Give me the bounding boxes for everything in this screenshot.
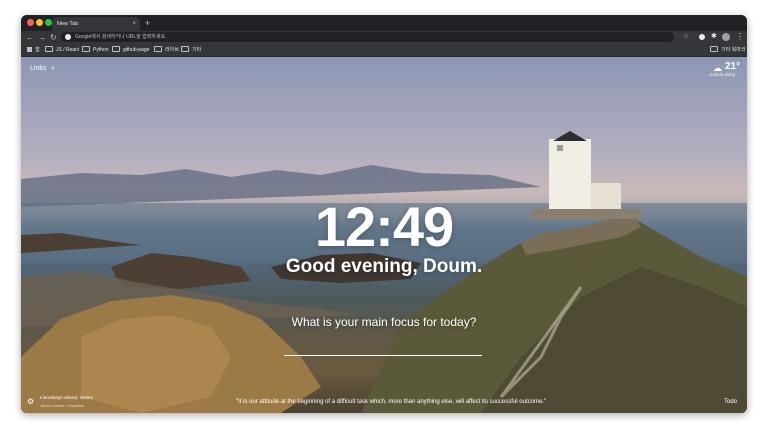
- bookmark-label: 기타 북마크: [721, 47, 746, 53]
- apps-icon: [27, 47, 32, 52]
- photo-location[interactable]: Llanddwyn Island, Wales: [40, 396, 93, 402]
- google-icon: [65, 34, 71, 40]
- close-window-button[interactable]: [27, 19, 34, 26]
- settings-gear-icon[interactable]: ⚙: [27, 397, 34, 407]
- folder-icon: [710, 46, 718, 52]
- folder-icon: [154, 46, 162, 52]
- greeting: Good evening, Doum.: [285, 256, 483, 277]
- daily-quote[interactable]: "It is our attitude at the beginning of …: [171, 398, 611, 406]
- bookmark-label: 라이브: [165, 47, 179, 53]
- bookmark-folder-github-page[interactable]: github-page: [112, 45, 149, 55]
- focus-input[interactable]: [284, 347, 482, 356]
- clock: 12:49: [314, 195, 454, 258]
- address-bar[interactable]: Google에서 검색하거나 URL을 입력하세요.: [61, 32, 674, 42]
- tab-title: New Tab: [57, 21, 79, 27]
- bookmark-folder-js-react[interactable]: JS / React: [45, 45, 79, 55]
- bookmark-label: 기타: [192, 47, 202, 53]
- bookmark-label: Python: [93, 47, 109, 53]
- back-icon[interactable]: ←: [26, 32, 34, 43]
- momentum-dashboard: Links ⌕ ☁ 21° Juyeob-dong 12:49 Good eve…: [21, 57, 747, 413]
- reload-icon[interactable]: ↻: [50, 32, 57, 43]
- bookmark-star-icon[interactable]: ☆: [683, 32, 689, 42]
- extensions-puzzle-icon[interactable]: ✱: [711, 32, 717, 42]
- folder-icon: [45, 46, 53, 52]
- bookmark-label: JS / React: [56, 47, 80, 53]
- extension-icon[interactable]: [699, 34, 705, 40]
- minimize-window-button[interactable]: [36, 19, 43, 26]
- browser-toolbar: ← → ↻ Google에서 검색하거나 URL을 입력하세요. ☆ ✱ ⋮: [21, 31, 747, 44]
- bookmark-other[interactable]: 기타 북마크: [710, 45, 745, 55]
- weather-location: Juyeob-dong: [709, 72, 736, 77]
- focus-question: What is your main focus for today?: [291, 315, 477, 329]
- bookmark-folder-etc[interactable]: 기타: [181, 45, 201, 55]
- todo-button[interactable]: Todo: [724, 398, 737, 406]
- browser-menu-icon[interactable]: ⋮: [736, 31, 744, 43]
- bookmarks-bar: 앱 JS / React Python github-page 라이브 기타 기…: [21, 44, 747, 57]
- photo-credit[interactable]: James Eades / Unsplash: [40, 403, 84, 408]
- bookmark-label: github-page: [123, 47, 150, 53]
- folder-icon: [82, 46, 90, 52]
- folder-icon: [181, 46, 189, 52]
- new-tab-button[interactable]: +: [145, 17, 150, 29]
- browser-window: New Tab × + ← → ↻ Google에서 검색하거나 URL을 입력…: [21, 15, 747, 413]
- bookmark-folder-live[interactable]: 라이브: [154, 45, 179, 55]
- address-bar-placeholder: Google에서 검색하거나 URL을 입력하세요.: [75, 34, 167, 40]
- bookmark-apps[interactable]: 앱: [27, 45, 40, 55]
- search-icon[interactable]: ⌕: [51, 65, 55, 73]
- forward-icon[interactable]: →: [38, 32, 46, 43]
- bookmark-label: 앱: [35, 47, 40, 53]
- tab-strip: New Tab × +: [21, 15, 747, 31]
- profile-avatar[interactable]: [722, 33, 730, 41]
- tab-new-tab[interactable]: New Tab ×: [52, 17, 140, 31]
- tab-close-icon[interactable]: ×: [132, 19, 136, 29]
- bookmark-folder-python[interactable]: Python: [82, 45, 109, 55]
- maximize-window-button[interactable]: [45, 19, 52, 26]
- links-button[interactable]: Links: [30, 64, 46, 74]
- folder-icon: [112, 46, 120, 52]
